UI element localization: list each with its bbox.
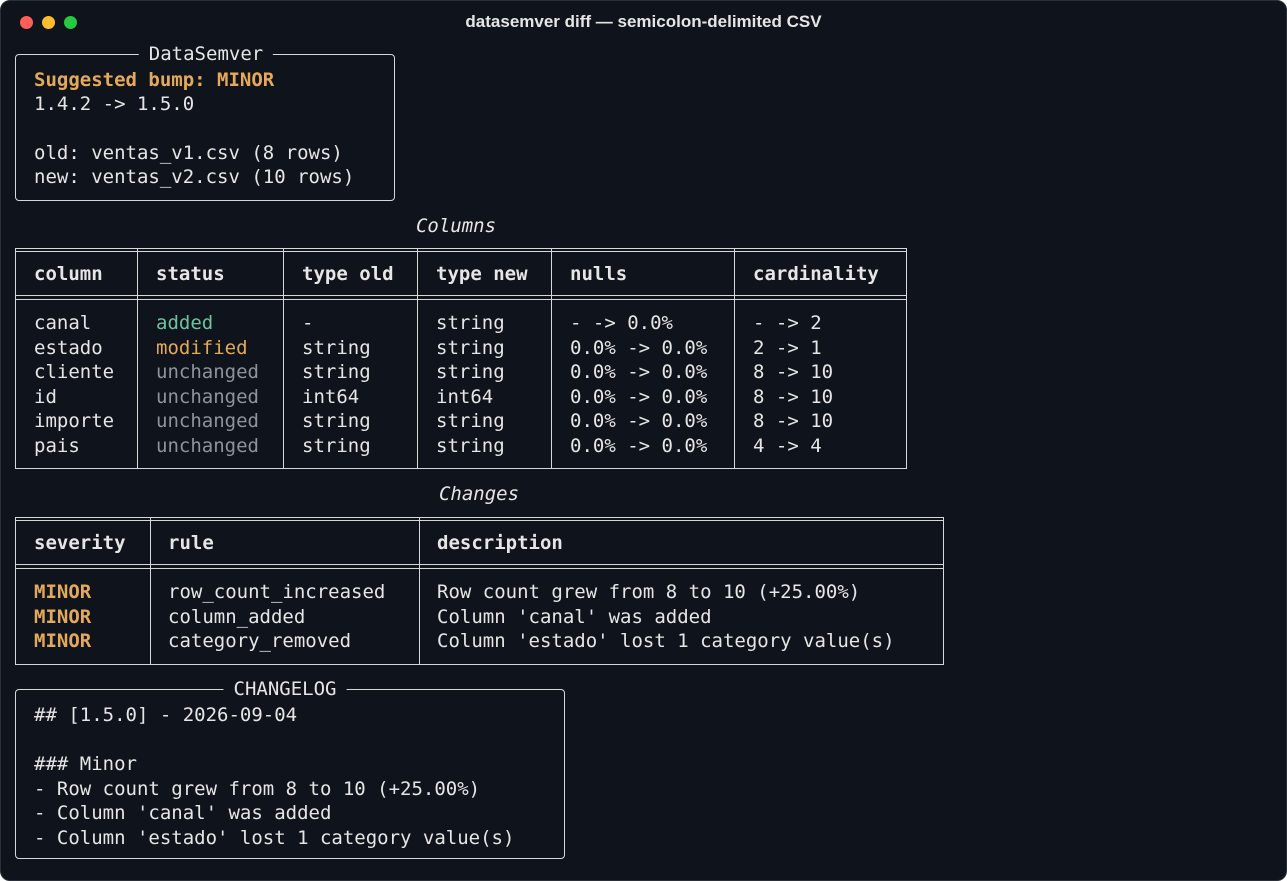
column-header-nulls: nulls [570, 263, 628, 285]
table-cell-cardinality: - -> 2 [753, 312, 822, 334]
table-cell-cardinality: 8 -> 10 [753, 410, 834, 432]
table-cell-type-old: string [302, 434, 371, 457]
table-cell-type-old: - [302, 312, 314, 334]
table-cell-type-old: string [302, 410, 371, 432]
changelog-line: - Column 'canal' was added [34, 802, 332, 824]
table-cell-cardinality: 8 -> 10 [753, 385, 834, 408]
changes-cell-rule: row_count_increased [168, 581, 386, 603]
summary-panel-title: DataSemver [138, 43, 274, 65]
table-cell-status: unchanged [156, 434, 259, 457]
changes-cell-severity: MINOR [34, 630, 92, 652]
table-cell-column: estado [34, 336, 103, 359]
table-cell-type-new: string [436, 434, 505, 457]
changelog-panel: CHANGELOG ## [1.5.0] - 2026-09-04 ### Min… [15, 678, 565, 859]
changes-header-severity: severity [34, 532, 126, 554]
table-cell-nulls: 0.0% -> 0.0% [570, 410, 708, 432]
table-cell-cardinality: 2 -> 1 [753, 336, 822, 359]
table-cell-nulls: 0.0% -> 0.0% [570, 385, 708, 408]
changelog-line: ### Minor [34, 753, 137, 775]
version-change: 1.4.2 -> 1.5.0 [34, 93, 195, 115]
table-cell-nulls: 0.0% -> 0.0% [570, 434, 708, 457]
table-cell-type-new: string [436, 361, 505, 383]
old-file-info: old: ventas_v1.csv (8 rows) [34, 142, 343, 164]
column-header-column: column [34, 263, 103, 285]
column-header-status: status [156, 263, 225, 285]
table-cell-cardinality: 8 -> 10 [753, 361, 834, 383]
changes-cell-severity: MINOR [34, 581, 92, 603]
table-cell-type-new: string [436, 336, 505, 359]
changelog-line: - Row count grew from 8 to 10 (+25.00%) [34, 777, 481, 800]
table-cell-type-old: string [302, 361, 371, 383]
table-cell-nulls: - -> 0.0% [570, 312, 673, 334]
changes-table: severity rule description MINOR row_count_in… [15, 517, 944, 665]
changes-cell-severity: MINOR [34, 605, 92, 628]
summary-panel: DataSemver Suggested bump: MINOR 1.4.2 -… [15, 43, 395, 201]
table-cell-nulls: 0.0% -> 0.0% [570, 361, 708, 383]
table-cell-column: canal [34, 312, 92, 334]
table-cell-type-new: string [436, 312, 505, 334]
changes-cell-description: Column 'canal' was added [437, 605, 712, 628]
table-cell-type-old: int64 [302, 385, 360, 408]
new-file-info: new: ventas_v2.csv (10 rows) [34, 166, 355, 188]
table-cell-status: added [156, 312, 214, 334]
changes-header-description: description [437, 532, 563, 554]
table-cell-status: unchanged [156, 361, 259, 383]
column-header-type-old: type old [302, 263, 394, 285]
table-cell-status: modified [156, 336, 248, 359]
table-cell-column: id [34, 385, 57, 408]
changelog-line: - Column 'estado' lost 1 category value(… [34, 826, 515, 849]
terminal-window: datasemver diff — semicolon-delimited CS… [0, 0, 1287, 881]
table-cell-cardinality: 4 -> 4 [753, 434, 822, 457]
table-cell-column: importe [34, 410, 115, 432]
column-header-cardinality: cardinality [753, 263, 879, 285]
table-cell-nulls: 0.0% -> 0.0% [570, 336, 708, 359]
changes-cell-description: Row count grew from 8 to 10 (+25.00%) [437, 581, 861, 603]
changes-cell-rule: category_removed [168, 630, 352, 652]
table-cell-status: unchanged [156, 410, 259, 432]
table-cell-type-new: string [436, 410, 505, 432]
title-bar: datasemver diff — semicolon-delimited CS… [1, 1, 1286, 43]
changes-cell-rule: column_added [168, 605, 306, 628]
suggested-bump: Suggested bump: MINOR [34, 69, 275, 91]
table-cell-column: cliente [34, 361, 115, 383]
changes-cell-description: Column 'estado' lost 1 category value(s) [437, 630, 895, 652]
table-cell-column: pais [34, 434, 80, 457]
columns-table-caption: Columns [415, 215, 497, 237]
table-cell-type-old: string [302, 336, 371, 359]
changelog-panel-title: CHANGELOG [223, 678, 347, 700]
table-cell-type-new: int64 [436, 385, 494, 408]
columns-table: column status type old type new nulls cardina… [15, 248, 907, 469]
window-title: datasemver diff — semicolon-delimited CS… [465, 12, 822, 31]
changes-header-rule: rule [168, 532, 214, 554]
column-header-type-new: type new [436, 263, 528, 285]
changes-table-caption: Changes [438, 483, 520, 505]
table-cell-status: unchanged [156, 385, 259, 408]
changelog-line: ## [1.5.0] - 2026-09-04 [34, 704, 298, 726]
